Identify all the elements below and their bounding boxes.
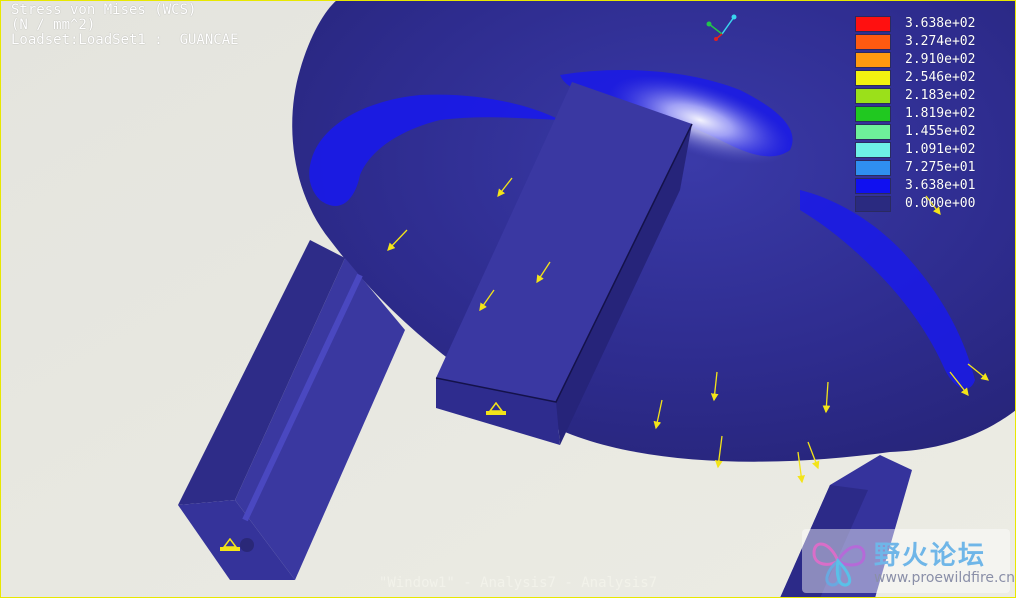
legend-row: 3.274e+02 [853, 33, 1013, 51]
watermark-title: 野火论坛 [874, 541, 987, 571]
watermark: 野火论坛 www.proewildfire.cn [802, 529, 1015, 593]
result-units: (N / mm^2) [11, 17, 96, 33]
leg-rear-left-hole [240, 538, 254, 552]
legend-swatch [855, 196, 891, 212]
legend-swatch [855, 160, 891, 176]
legend-row: 2.910e+02 [853, 51, 1013, 69]
legend-row: 0.000e+00 [853, 195, 1013, 213]
legend-row: 3.638e+01 [853, 177, 1013, 195]
legend-value: 2.183e+02 [905, 88, 976, 103]
constraint-icon [486, 402, 506, 415]
legend-value: 0.000e+00 [905, 196, 976, 211]
legend-swatch [855, 106, 891, 122]
legend-swatch [855, 142, 891, 158]
legend-value: 1.091e+02 [905, 142, 976, 157]
legend-value: 3.638e+02 [905, 16, 976, 31]
loadset-label: Loadset:LoadSet1 : GUANCAE [11, 32, 239, 48]
legend-swatch [855, 70, 891, 86]
legend-row: 1.819e+02 [853, 105, 1013, 123]
legend-value: 7.275e+01 [905, 160, 976, 175]
legend-value: 2.546e+02 [905, 70, 976, 85]
legend-value: 1.455e+02 [905, 124, 976, 139]
legend-row: 1.455e+02 [853, 123, 1013, 141]
legend-swatch [855, 52, 891, 68]
legend-row: 1.091e+02 [853, 141, 1013, 159]
coordinate-axes-icon [706, 14, 737, 41]
legend-value: 3.274e+02 [905, 34, 976, 49]
legend-swatch [855, 34, 891, 50]
legend-row: 2.546e+02 [853, 69, 1013, 87]
legend-row: 3.638e+02 [853, 15, 1013, 33]
results-viewport[interactable]: Stress von Mises (WCS) (N / mm^2) Loadse… [0, 0, 1016, 598]
legend-value: 3.638e+01 [905, 178, 976, 193]
legend-row: 7.275e+01 [853, 159, 1013, 177]
watermark-logo-icon [812, 542, 866, 587]
legend-value: 1.819e+02 [905, 106, 976, 121]
legend-value: 2.910e+02 [905, 52, 976, 67]
result-title: Stress von Mises (WCS) [11, 2, 197, 18]
legend-swatch [855, 124, 891, 140]
legend-row: 2.183e+02 [853, 87, 1013, 105]
legend-swatch [855, 178, 891, 194]
watermark-url: www.proewildfire.cn [874, 570, 1016, 586]
legend-swatch [855, 88, 891, 104]
constraint-icon [220, 538, 240, 551]
legend-swatch [855, 16, 891, 32]
